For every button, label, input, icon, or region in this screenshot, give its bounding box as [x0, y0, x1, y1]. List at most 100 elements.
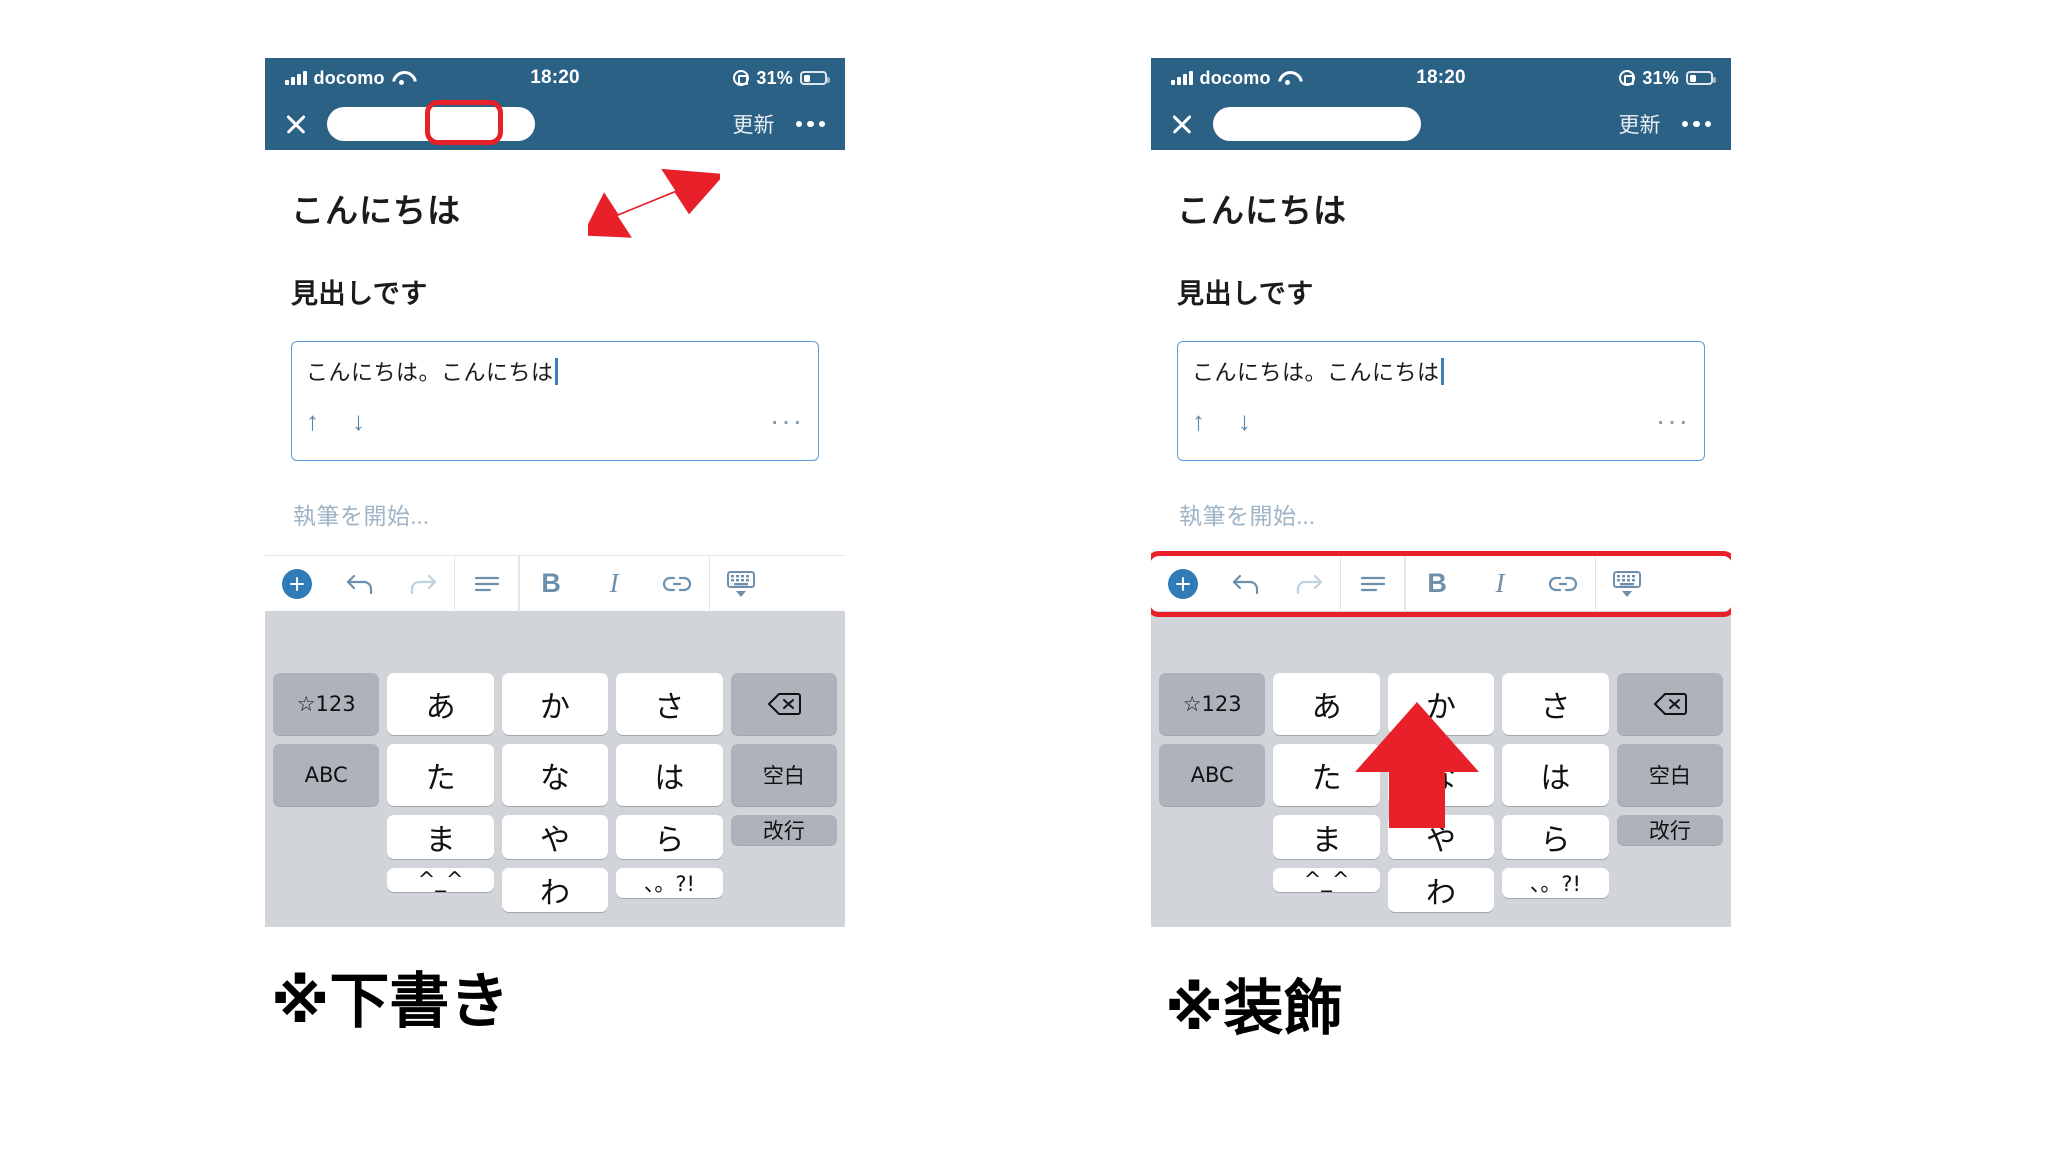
delete-icon: [767, 693, 801, 715]
battery-icon: [800, 71, 830, 85]
key-sa-row[interactable]: さ: [616, 673, 723, 735]
move-block-down-button[interactable]: ↓: [1238, 408, 1284, 434]
keyboard-row-3-4: ま ^_^ や わ ら 、。?! 改行: [265, 815, 845, 921]
key-sa-row[interactable]: さ: [1502, 673, 1609, 735]
key-ha-row[interactable]: は: [616, 744, 723, 806]
annotation-arrow-diagonal: [582, 158, 725, 254]
document-heading[interactable]: 見出しです: [291, 232, 819, 311]
block-more-icon[interactable]: ···: [770, 406, 804, 434]
key-delete[interactable]: [730, 673, 838, 735]
dismiss-keyboard-icon: [727, 570, 756, 597]
wifi-icon: [392, 71, 411, 85]
selected-paragraph-block[interactable]: こんにちは。こんにちは ↑ ↓ ···: [291, 341, 819, 461]
link-button[interactable]: [646, 556, 709, 612]
annotation-label-decoration: ※装飾: [1151, 948, 1451, 1058]
document-heading[interactable]: 見出しです: [1177, 232, 1705, 311]
keyboard-row-2: ABC た な は 空白: [265, 744, 845, 815]
key-wa-row[interactable]: わ: [1387, 868, 1495, 912]
key-punctuation[interactable]: 、。?!: [616, 868, 723, 898]
move-block-up-button[interactable]: ↑: [306, 408, 352, 434]
selected-paragraph-block[interactable]: こんにちは。こんにちは ↑ ↓ ···: [1177, 341, 1705, 461]
keyboard-row-1: ☆123 あ か さ: [265, 673, 845, 744]
paragraph-style-button[interactable]: [455, 556, 518, 612]
add-block-button[interactable]: [265, 556, 328, 612]
phone-screenshot-left: docomo 18:20 31% 更新 こんにちは 見出しです こんにちは。こん…: [265, 58, 845, 927]
keyboard-col-ra: ら 、。?!: [1502, 815, 1609, 898]
paragraph-text: こんにちは。こんにちは: [1192, 360, 1440, 385]
highlight-editor-toolbar: [1151, 551, 1731, 617]
document-title[interactable]: こんにちは: [1177, 150, 1705, 232]
key-punctuation[interactable]: 、。?!: [1502, 868, 1609, 898]
key-a-row[interactable]: あ: [387, 673, 494, 735]
paragraph-text-wrap: こんにちは。こんにちは: [1192, 355, 1690, 387]
link-icon: [663, 576, 692, 591]
delete-icon: [1653, 693, 1687, 715]
bold-label: B: [541, 568, 561, 598]
cellular-signal-icon: [285, 71, 307, 85]
suggestion-bar[interactable]: [265, 611, 845, 673]
key-kaomoji[interactable]: ^_^: [387, 868, 494, 892]
more-options-icon[interactable]: [1678, 120, 1716, 128]
text-caret: [1440, 357, 1444, 385]
status-right: 31%: [1619, 68, 1716, 89]
ime-keyboard: ☆123 あ か さ ABC た な は 空白: [265, 611, 845, 927]
update-button[interactable]: 更新: [1612, 105, 1668, 143]
key-kaomoji[interactable]: ^_^: [1273, 868, 1380, 892]
key-na-row[interactable]: な: [501, 744, 609, 806]
status-bar: docomo 18:20 31%: [265, 58, 845, 98]
italic-button[interactable]: I: [583, 556, 646, 612]
battery-percent-label: 31%: [756, 67, 793, 88]
carrier-label: docomo: [313, 67, 385, 88]
key-delete[interactable]: [1616, 673, 1724, 735]
suggestion-bar[interactable]: [1151, 611, 1731, 673]
key-abc[interactable]: ABC: [273, 744, 380, 806]
body-placeholder[interactable]: 執筆を開始...: [1177, 461, 1705, 531]
key-return[interactable]: 改行: [1616, 815, 1724, 845]
battery-icon: [1686, 71, 1716, 85]
key-space[interactable]: 空白: [1616, 744, 1724, 806]
body-placeholder[interactable]: 執筆を開始...: [291, 461, 819, 531]
key-ta-row[interactable]: た: [387, 744, 494, 806]
editor-navbar: 更新: [265, 98, 845, 150]
paragraph-align-icon: [474, 576, 499, 591]
close-icon[interactable]: [1169, 111, 1195, 137]
key-ka-row[interactable]: か: [501, 673, 609, 735]
carrier-label: docomo: [1199, 67, 1271, 88]
editor-toolbar: B I: [1151, 551, 1731, 617]
rotation-lock-icon: [733, 70, 750, 86]
key-ha-row[interactable]: は: [1502, 744, 1609, 806]
key-ra-row[interactable]: ら: [1502, 815, 1609, 859]
move-block-up-button[interactable]: ↑: [1192, 408, 1238, 434]
document-title[interactable]: こんにちは: [291, 150, 819, 232]
annotation-arrow-up: [1353, 700, 1481, 830]
status-right: 31%: [733, 67, 830, 89]
italic-label: I: [609, 568, 619, 598]
more-options-icon[interactable]: [792, 120, 830, 128]
wifi-icon: [1278, 71, 1297, 85]
block-more-icon[interactable]: ···: [1656, 406, 1690, 434]
undo-button[interactable]: [328, 556, 391, 612]
key-wa-row[interactable]: わ: [501, 868, 609, 912]
block-controls: ↑ ↓ ···: [1192, 406, 1690, 434]
key-return[interactable]: 改行: [730, 815, 838, 845]
key-ma-row[interactable]: ま: [387, 815, 494, 859]
toolbar-group-format: B I: [520, 556, 709, 611]
status-left: docomo: [1171, 68, 1297, 89]
navbar-actions: 更新: [726, 105, 830, 143]
bold-button[interactable]: B: [520, 556, 583, 612]
move-block-down-button[interactable]: ↓: [352, 408, 398, 434]
text-caret: [554, 357, 558, 385]
title-pill-redacted[interactable]: [1213, 107, 1421, 141]
dismiss-keyboard-button[interactable]: [710, 556, 773, 612]
update-button[interactable]: 更新: [726, 105, 782, 143]
key-space[interactable]: 空白: [730, 744, 838, 806]
key-symbols[interactable]: ☆123: [273, 673, 380, 735]
key-symbols[interactable]: ☆123: [1159, 673, 1266, 735]
close-icon[interactable]: [283, 111, 309, 137]
redo-button[interactable]: [391, 556, 454, 612]
toolbar-group-paragraph: [455, 556, 518, 611]
key-abc[interactable]: ABC: [1159, 744, 1266, 806]
block-controls: ↑ ↓ ···: [306, 406, 804, 434]
key-ra-row[interactable]: ら: [616, 815, 723, 859]
key-ya-row[interactable]: や: [501, 815, 609, 859]
